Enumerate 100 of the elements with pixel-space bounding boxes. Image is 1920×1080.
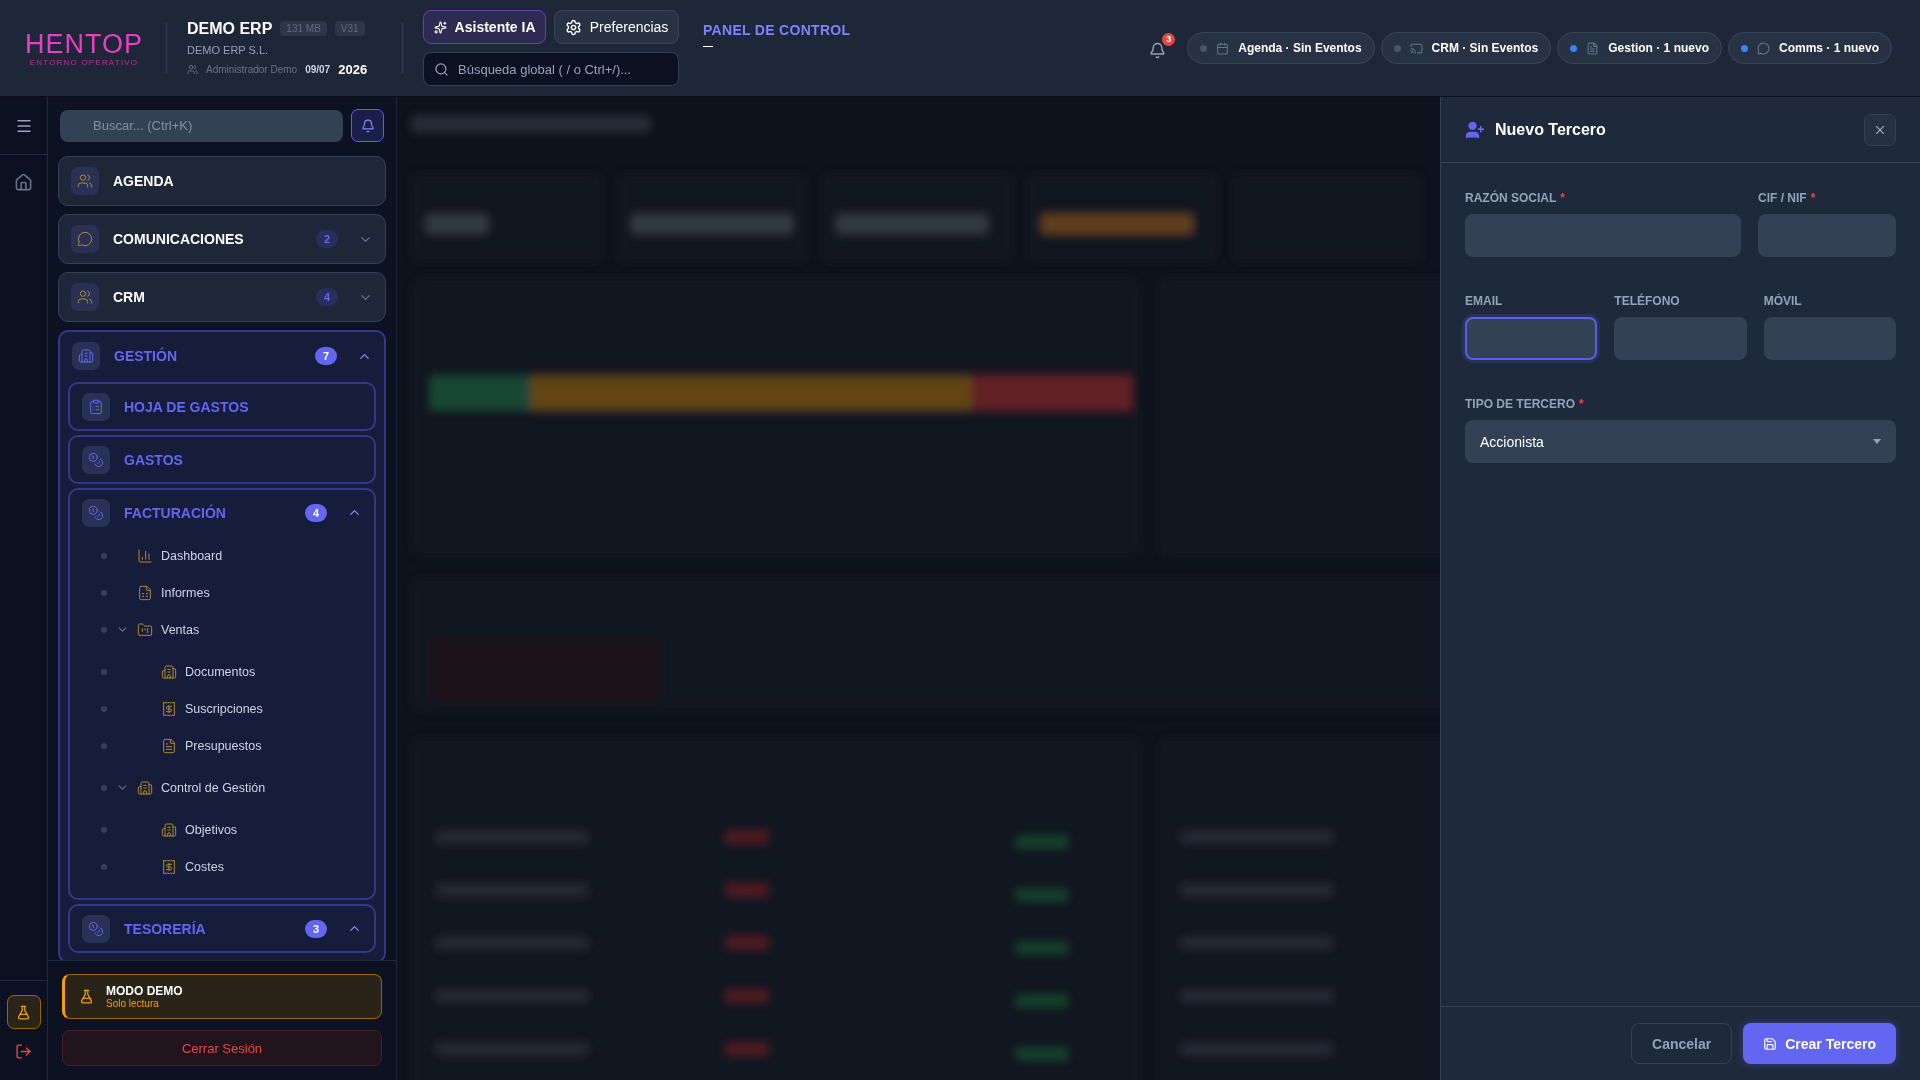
count-badge: 2 — [316, 230, 338, 248]
module-label: COMUNICACIONES — [113, 231, 245, 247]
status-pill[interactable]: CRM · Sin Eventos — [1380, 32, 1552, 64]
notification-bell[interactable]: 3 — [1144, 32, 1176, 64]
tree-item[interactable]: Control de Gestión — [70, 769, 374, 806]
date-text: 09/07 — [305, 63, 331, 75]
bell-icon — [1149, 41, 1167, 59]
input-field[interactable] — [1758, 214, 1896, 257]
chat-icon — [1756, 41, 1770, 55]
create-button[interactable]: Crear Tercero — [1743, 1023, 1896, 1064]
input-field[interactable] — [1465, 214, 1741, 257]
submodule-card[interactable]: GASTOS — [68, 435, 376, 484]
status-pill[interactable]: Agenda · Sin Eventos — [1187, 32, 1375, 64]
save-icon — [1763, 1036, 1778, 1051]
pill-label: CRM · Sin Eventos — [1431, 41, 1539, 55]
input-field[interactable] — [1465, 317, 1598, 360]
module-label: HOJA DE GASTOS — [124, 398, 250, 415]
tree-item[interactable]: Presupuestos — [70, 727, 374, 764]
field-label: RAZÓN SOCIAL — [1465, 191, 1557, 205]
global-search-field[interactable]: Búsqueda global ( / o Ctrl+/)... — [423, 52, 679, 86]
module-icon — [77, 231, 93, 247]
field-label: TELÉFONO — [1614, 294, 1680, 308]
field-label: MÓVIL — [1763, 294, 1802, 308]
home-icon[interactable] — [14, 173, 33, 192]
tree-item-label: Ventas — [161, 622, 200, 637]
type-select[interactable]: Accionista — [1465, 420, 1896, 463]
module-icon — [78, 348, 94, 364]
required-mark: * — [1810, 191, 1816, 205]
tree-item[interactable]: Informes — [70, 574, 374, 611]
input-field[interactable] — [1614, 317, 1747, 360]
tree-item-label: Control de Gestión — [161, 780, 266, 795]
module-icon — [88, 920, 104, 937]
field-label: CIF / NIF — [1758, 191, 1807, 205]
calendar-icon — [1216, 41, 1230, 55]
count-badge: 4 — [316, 288, 338, 306]
module-card[interactable]: COMUNICACIONES 2 — [58, 214, 386, 264]
required-mark: * — [1560, 191, 1565, 205]
close-button[interactable] — [1864, 113, 1896, 146]
cast-icon — [1409, 41, 1423, 55]
flask-icon — [16, 1004, 31, 1020]
legal-name: DEMO ERP S.L. — [187, 43, 270, 56]
pill-label: Gestion · 1 nuevo — [1608, 41, 1709, 55]
required-mark: * — [1579, 397, 1584, 411]
assistant-button[interactable]: Asistente IA — [423, 10, 547, 44]
preferences-button[interactable]: Preferencias — [554, 10, 679, 44]
module-icon — [88, 398, 104, 415]
tree-item[interactable]: Dashboard — [70, 537, 374, 574]
submodule-card[interactable]: HOJA DE GASTOS — [68, 382, 376, 431]
caret-icon — [1873, 439, 1881, 444]
module-icon — [88, 451, 104, 468]
notification-count: 3 — [1162, 32, 1176, 46]
module-label: GESTIÓN — [114, 348, 178, 364]
field-label: TIPO DE TERCERO — [1465, 397, 1575, 411]
tree-item[interactable]: Ventas — [70, 611, 374, 648]
module-card[interactable]: CRM 4 — [58, 272, 386, 322]
pill-label: Agenda · Sin Eventos — [1238, 41, 1362, 55]
demo-mode-button[interactable] — [6, 995, 41, 1029]
year-text: 2026 — [338, 61, 368, 77]
tree-item[interactable]: Documentos — [70, 653, 374, 690]
module-card[interactable]: AGENDA — [58, 156, 386, 206]
sidebar-search-field[interactable]: Buscar... (Ctrl+K) — [60, 109, 343, 142]
panel-title[interactable]: PANEL DE CONTROL — [703, 22, 851, 38]
tree-item-label: Costes — [185, 859, 224, 874]
logo-tagline: ENTORNO OPERATIVO — [29, 57, 139, 67]
module-label: TESORERÍA — [124, 920, 207, 937]
submodule-card[interactable]: TESORERÍA 3 — [68, 904, 376, 953]
module-label: CRM — [113, 289, 146, 305]
sparkle-icon — [433, 20, 447, 34]
module-label: GASTOS — [124, 451, 184, 468]
module-icon — [77, 289, 93, 305]
input-field[interactable] — [1763, 317, 1896, 360]
demo-subtitle: Solo lectura — [106, 998, 160, 1009]
module-card[interactable]: GESTIÓN 7 HOJA DE GASTOS GASTOS FACTURACIÓN 4 Dashboard Informes Ventas Documentos Suscripciones Presupuestos Control de Gestión Objetivos Costes TESORERÍA 3 — [58, 330, 386, 960]
submodule-card[interactable]: FACTURACIÓN 4 Dashboard Informes Ventas Documentos Suscripciones Presupuestos Control de Gestión Objetivos Costes — [68, 488, 376, 900]
tree-item-label: Dashboard — [161, 548, 223, 563]
count-badge: 3 — [305, 919, 327, 938]
settings-icon — [564, 18, 582, 36]
tree-item-label: Informes — [161, 585, 210, 600]
tree-item[interactable]: Suscripciones — [70, 690, 374, 727]
alerts-button[interactable] — [351, 109, 384, 142]
status-pill[interactable]: Comms · 1 nuevo — [1727, 32, 1892, 64]
demo-title: MODO DEMO — [106, 984, 183, 998]
module-label: FACTURACIÓN — [124, 504, 227, 521]
cancel-button[interactable]: Cancelar — [1631, 1023, 1733, 1064]
user-name: Administrador Demo — [206, 63, 298, 75]
bell-icon — [360, 118, 375, 133]
logout-icon[interactable] — [15, 1043, 32, 1060]
tree-item[interactable]: Objetivos — [70, 811, 374, 848]
company-name: DEMO ERP — [187, 19, 273, 38]
module-icon — [88, 504, 104, 521]
tree-item-label: Objetivos — [185, 822, 238, 837]
count-badge: 7 — [315, 347, 337, 365]
tree-item[interactable]: Costes — [70, 848, 374, 885]
pill-label: Comms · 1 nuevo — [1778, 41, 1879, 55]
module-icon — [77, 173, 93, 189]
tree-item-label: Presupuestos — [185, 738, 262, 753]
version-tag: V31 — [334, 21, 365, 36]
logout-button[interactable]: Cerrar Sesión — [62, 1030, 382, 1066]
tree-item-label: Documentos — [185, 664, 256, 679]
status-pill[interactable]: Gestion · 1 nuevo — [1557, 32, 1722, 64]
